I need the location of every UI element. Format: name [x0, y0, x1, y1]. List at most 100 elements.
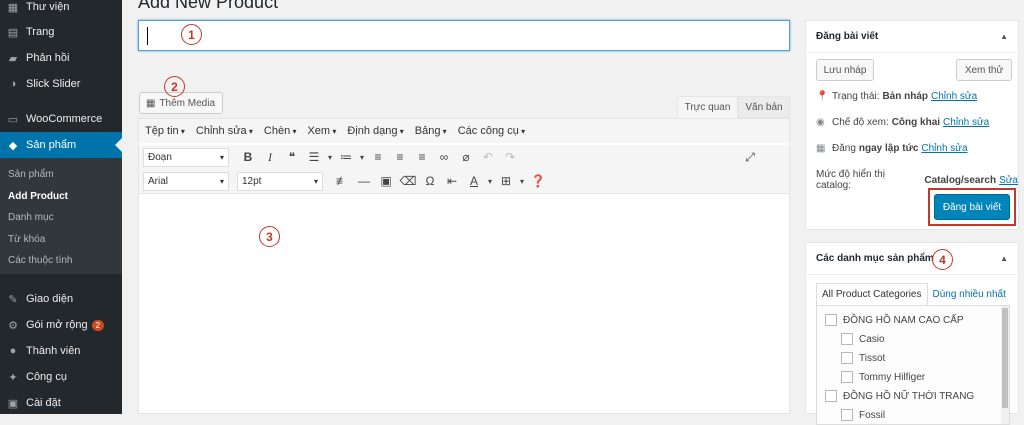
format-select[interactable]: Đoạn: [143, 147, 229, 167]
editor-toolbar-row-2: Arial 12pt ≢ — ▣ ⌫ Ω ⇤ A ▾ ⊞ ▾ ❓: [139, 169, 789, 193]
sidebar-item-tools[interactable]: ✦ Công cụ: [0, 364, 122, 390]
category-item[interactable]: Tommy Hilfiger: [841, 371, 925, 383]
sidebar-item-products[interactable]: ◆ Sản phẩm: [0, 132, 122, 158]
sidebar-item-comments[interactable]: ▰ Phản hồi: [0, 45, 122, 71]
sidebar-item-pages[interactable]: ▤ Trang: [0, 19, 122, 45]
font-family-select[interactable]: Arial: [143, 171, 229, 191]
help-icon[interactable]: ❓: [527, 171, 549, 191]
editor-content-area[interactable]: [139, 193, 789, 413]
category-item[interactable]: ĐỒNG HỒ NỮ THỜI TRANG: [825, 390, 974, 402]
sidebar-item-slider[interactable]: ◑ Slick Slider: [0, 71, 122, 97]
align-right-icon[interactable]: ≡: [411, 147, 433, 167]
settings-icon: ▣: [7, 397, 19, 410]
tab-text[interactable]: Văn bản: [738, 96, 790, 118]
submenu-item-add-product[interactable]: Add Product: [8, 191, 68, 202]
chevron-down-icon[interactable]: ▾: [485, 171, 495, 191]
save-draft-button[interactable]: Lưu nháp: [816, 59, 874, 81]
catalog-value: Catalog/search: [924, 174, 997, 186]
clear-formatting-icon[interactable]: ⌫: [397, 171, 419, 191]
sidebar-item-settings[interactable]: ▣ Cài đặt: [0, 390, 122, 416]
blockquote-icon[interactable]: ❝: [281, 147, 303, 167]
category-label: ĐỒNG HỒ NỮ THỜI TRANG: [843, 390, 975, 402]
category-checkbox[interactable]: [841, 409, 853, 421]
numbered-list-icon[interactable]: ≔: [335, 147, 357, 167]
edit-status-link[interactable]: Chỉnh sửa: [931, 91, 977, 102]
font-size-value: 12pt: [242, 175, 262, 187]
menu-edit[interactable]: Chỉnh sửa: [196, 125, 253, 137]
strikethrough-icon[interactable]: ≢: [331, 171, 353, 191]
page-icon: ▤: [7, 26, 19, 39]
text-color-icon[interactable]: A: [463, 171, 485, 191]
link-icon[interactable]: ∞: [433, 147, 455, 167]
sidebar-item-users[interactable]: ● Thành viên: [0, 338, 122, 364]
media-icon: ▦: [146, 97, 156, 109]
align-left-icon[interactable]: ≡: [367, 147, 389, 167]
chevron-down-icon[interactable]: ▾: [325, 147, 335, 167]
category-checkbox[interactable]: [825, 390, 837, 402]
menu-view[interactable]: Xem: [307, 125, 336, 137]
submenu-item-tags[interactable]: Từ khóa: [8, 234, 45, 245]
menu-tools[interactable]: Các công cụ: [458, 125, 525, 137]
comments-icon: ▰: [8, 52, 18, 65]
table-icon[interactable]: ⊞: [495, 171, 517, 191]
outdent-icon[interactable]: ⇤: [441, 171, 463, 191]
menu-format[interactable]: Định dạng: [347, 125, 403, 137]
collapse-arrow-icon[interactable]: ▲: [1000, 32, 1008, 41]
product-title-input[interactable]: [138, 20, 790, 51]
menu-table[interactable]: Bảng: [415, 125, 447, 137]
special-character-icon[interactable]: Ω: [419, 171, 441, 191]
scrollbar-thumb[interactable]: [1002, 308, 1008, 408]
fullscreen-icon[interactable]: ⤢: [739, 147, 761, 167]
redo-icon[interactable]: ↷: [499, 147, 521, 167]
sidebar-item-appearance[interactable]: ✎ Giao diện: [0, 286, 122, 312]
edit-catalog-link[interactable]: Sửa: [999, 175, 1018, 186]
submenu-item-attributes[interactable]: Các thuộc tính: [8, 255, 72, 266]
sidebar-item-label: Gói mở rộng: [26, 319, 88, 331]
category-checkbox[interactable]: [841, 352, 853, 364]
content-editor: Tệp tin Chỉnh sửa Chèn Xem Định dạng Bản…: [138, 118, 790, 414]
category-item[interactable]: ĐỒNG HỒ NAM CAO CẤP: [825, 314, 964, 326]
publish-box-header[interactable]: Đăng bài viết ▲: [806, 21, 1018, 53]
menu-file[interactable]: Tệp tin: [145, 125, 185, 137]
sidebar-item-woocommerce[interactable]: ▭ WooCommerce: [0, 106, 122, 132]
add-media-button[interactable]: ▦ Thêm Media: [139, 92, 223, 114]
category-label: Casio: [859, 333, 885, 345]
publish-button[interactable]: Đăng bài viết: [934, 194, 1010, 220]
category-scrollbar[interactable]: [1001, 306, 1009, 424]
horizontal-line-icon[interactable]: —: [353, 171, 375, 191]
bold-icon[interactable]: B: [237, 147, 259, 167]
italic-icon[interactable]: I: [259, 147, 281, 167]
category-item[interactable]: Casio: [841, 333, 885, 345]
category-label: ĐỒNG HỒ NAM CAO CẤP: [843, 314, 964, 326]
unlink-icon[interactable]: ⌀: [455, 147, 477, 167]
tab-most-used[interactable]: Dùng nhiều nhất: [928, 283, 1011, 305]
paste-text-icon[interactable]: ▣: [375, 171, 397, 191]
bullet-list-icon[interactable]: ☰: [303, 147, 325, 167]
submenu-item-all-products[interactable]: Sản phẩm: [8, 169, 54, 180]
tab-all-categories[interactable]: All Product Categories: [816, 283, 928, 305]
undo-icon[interactable]: ↶: [477, 147, 499, 167]
category-item[interactable]: Fossil: [841, 409, 885, 421]
format-select-value: Đoạn: [148, 151, 172, 163]
align-center-icon[interactable]: ≡: [389, 147, 411, 167]
preview-button[interactable]: Xem thử: [956, 59, 1012, 81]
visibility-label: Chế độ xem:: [832, 117, 889, 128]
sidebar-item-label: Cài đặt: [26, 397, 61, 409]
collapse-arrow-icon[interactable]: ▲: [1000, 254, 1008, 263]
chevron-down-icon[interactable]: ▾: [517, 171, 527, 191]
status-label: Trạng thái:: [832, 91, 880, 102]
edit-visibility-link[interactable]: Chỉnh sửa: [943, 117, 989, 128]
category-item[interactable]: Tissot: [841, 352, 885, 364]
sidebar-item-plugins[interactable]: ⚙ Gói mở rộng 2: [0, 312, 122, 338]
category-checkbox[interactable]: [825, 314, 837, 326]
menu-insert[interactable]: Chèn: [264, 125, 297, 137]
submenu-item-categories[interactable]: Danh mục: [8, 212, 54, 223]
categories-box-header[interactable]: Các danh mục sản phẩm ▲: [806, 243, 1018, 275]
category-checkbox[interactable]: [841, 371, 853, 383]
category-checkbox[interactable]: [841, 333, 853, 345]
tab-visual[interactable]: Trực quan: [677, 96, 738, 118]
edit-schedule-link[interactable]: Chỉnh sửa: [921, 143, 967, 154]
sidebar-item-media[interactable]: ▦ Thư viện: [0, 0, 122, 20]
chevron-down-icon[interactable]: ▾: [357, 147, 367, 167]
font-size-select[interactable]: 12pt: [237, 171, 323, 191]
